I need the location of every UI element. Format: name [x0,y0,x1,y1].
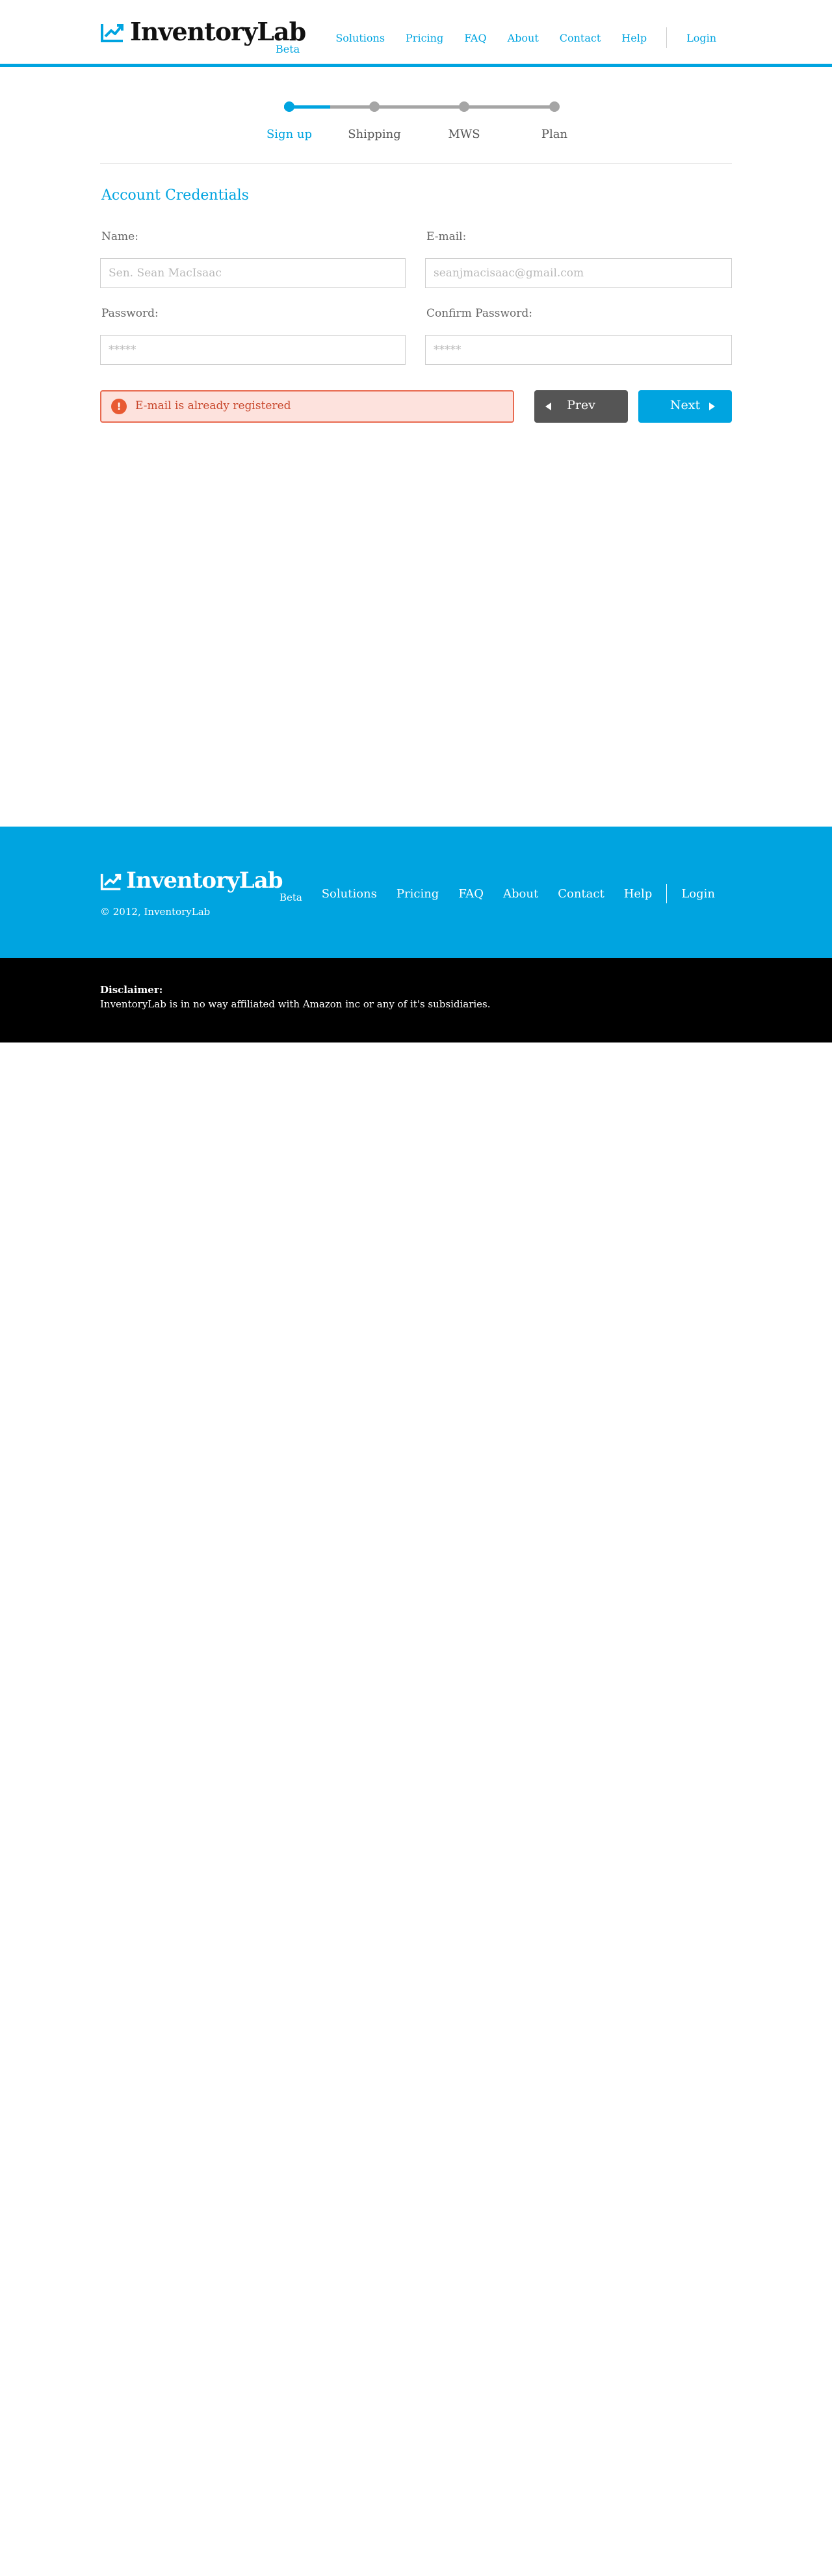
footer-nav-login[interactable]: Login [681,887,715,901]
error-message: E-mail is already registered [135,399,291,412]
section-divider [100,163,732,164]
prev-button-label: Prev [567,398,595,412]
nav-solutions[interactable]: Solutions [335,32,385,44]
error-alert: ! E-mail is already registered [100,390,514,423]
footer-nav-faq[interactable]: FAQ [458,887,484,901]
password-input[interactable] [100,335,406,365]
prev-button[interactable]: Prev [534,390,628,423]
footer-nav-about[interactable]: About [503,887,538,901]
step-signup-dot [284,101,294,112]
step-mws-label: MWS [448,127,480,141]
step-mws-dot [459,101,469,112]
name-input[interactable] [100,258,406,288]
chart-trend-icon [101,24,124,42]
email-input[interactable] [425,258,732,288]
step-plan-dot [549,101,560,112]
nav-pricing[interactable]: Pricing [406,32,443,44]
nav-help[interactable]: Help [621,32,647,44]
brand-name: InventoryLab [130,17,306,46]
main-nav: Solutions Pricing FAQ About Contact Help… [315,27,716,48]
footer-nav-contact[interactable]: Contact [558,887,604,901]
next-button-label: Next [670,398,701,412]
confirm-password-label: Confirm Password: [426,307,532,320]
disclaimer-band: Disclaimer: InventoryLab is in no way af… [0,958,832,1042]
alert-icon: ! [111,399,127,414]
name-label: Name: [101,230,138,243]
footer-beta-badge: Beta [280,892,302,903]
step-mws: MWS [435,96,493,141]
footer-brand-name: InventoryLab [126,868,283,894]
beta-badge: Beta [276,43,300,55]
disclaimer-text: InventoryLab is in no way affiliated wit… [100,998,491,1010]
next-button[interactable]: Next [638,390,732,423]
chart-trend-icon [100,873,122,890]
step-shipping: Shipping [345,96,404,141]
nav-login[interactable]: Login [686,32,716,44]
footer-nav-divider [666,884,668,903]
footer-nav-solutions[interactable]: Solutions [322,887,377,901]
step-signup-label: Sign up [266,127,313,141]
step-shipping-label: Shipping [348,127,401,141]
disclaimer-title: Disclaimer: [100,984,163,996]
copyright: © 2012, InventoryLab [100,906,211,918]
footer-nav: Solutions Pricing FAQ About Contact Help… [302,884,715,903]
step-plan: Plan [525,96,584,141]
site-footer: InventoryLab Beta © 2012, InventoryLab S… [0,827,832,958]
site-header: InventoryLab Beta Solutions Pricing FAQ … [0,0,832,67]
email-label: E-mail: [426,230,467,243]
nav-faq[interactable]: FAQ [464,32,486,44]
section-title: Account Credentials [101,187,249,204]
footer-nav-help[interactable]: Help [624,887,653,901]
nav-contact[interactable]: Contact [560,32,601,44]
nav-about[interactable]: About [508,32,539,44]
footer-brand-logo[interactable]: InventoryLab Beta [100,868,302,905]
step-plan-label: Plan [541,127,568,141]
password-label: Password: [101,307,159,320]
signup-stepper: Sign up Shipping MWS Plan [260,96,572,148]
arrow-right-icon [709,403,715,410]
brand-logo[interactable]: InventoryLab Beta [100,17,306,59]
nav-divider [666,27,668,48]
footer-nav-pricing[interactable]: Pricing [396,887,439,901]
step-signup: Sign up [260,96,318,141]
confirm-password-input[interactable] [425,335,732,365]
step-shipping-dot [369,101,380,112]
